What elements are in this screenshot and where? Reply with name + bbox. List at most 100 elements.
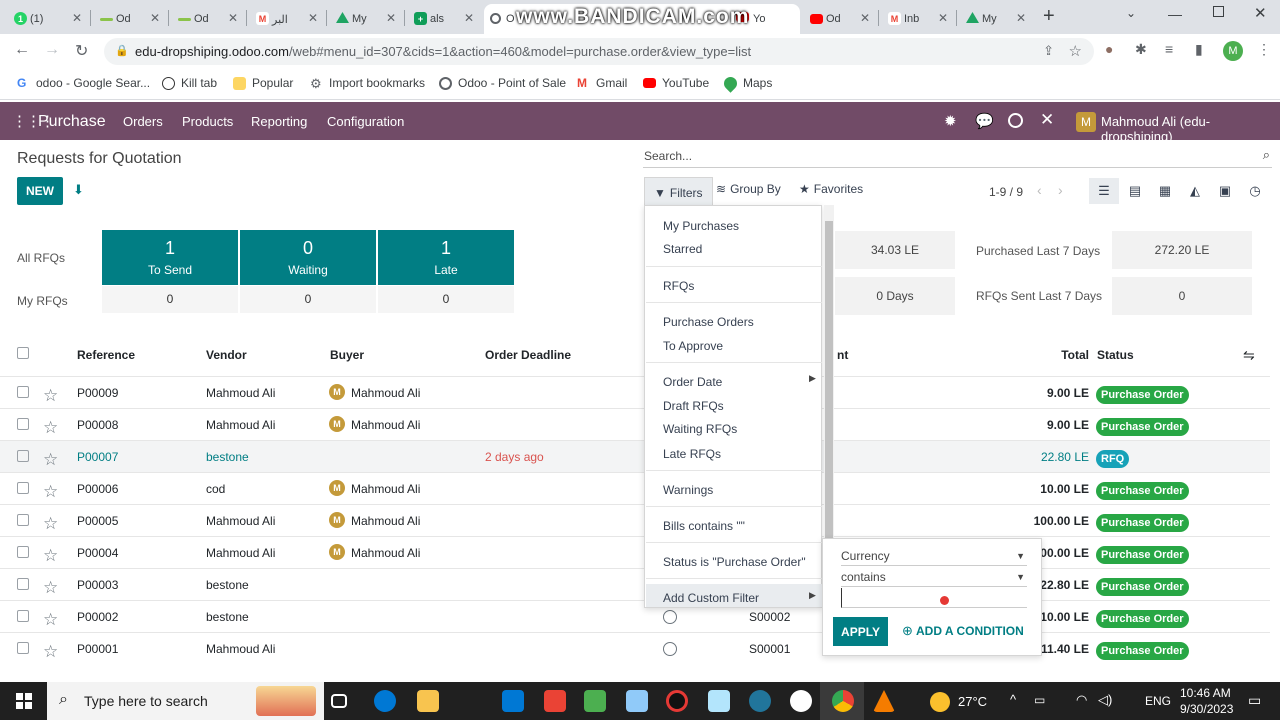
tab-search-icon[interactable]: ⌄ xyxy=(1126,6,1136,20)
forward-icon[interactable]: → xyxy=(44,41,60,59)
table-row[interactable]: ☆ P00009 Mahmoud Ali M Mahmoud Ali 9.00 LE Pur… xyxy=(0,376,1270,408)
apply-button[interactable]: APPLY xyxy=(833,617,888,646)
user-avatar[interactable]: M xyxy=(1076,112,1096,132)
star-icon[interactable]: ☆ xyxy=(43,386,58,406)
download-icon[interactable]: ⬇ xyxy=(73,182,84,198)
row-reference[interactable]: P00003 xyxy=(77,578,118,592)
row-checkbox[interactable] xyxy=(17,578,29,590)
add-custom-filter[interactable]: Add Custom Filter xyxy=(663,591,759,605)
taskbar-search[interactable]: ⌕ Type here to search xyxy=(47,682,324,720)
maximize-icon[interactable] xyxy=(1213,6,1224,17)
app-icon[interactable] xyxy=(584,690,606,712)
side-panel-icon[interactable]: ▮ xyxy=(1195,41,1203,58)
close-icon[interactable]: ✕ xyxy=(228,11,238,25)
row-checkbox[interactable] xyxy=(17,482,29,494)
row-reference[interactable]: P00007 xyxy=(77,450,118,464)
star-icon[interactable]: ☆ xyxy=(43,514,58,534)
filters-button[interactable]: ▼ Filters xyxy=(644,177,713,208)
pivot-view-icon[interactable]: ▦ xyxy=(1157,184,1173,198)
close-icon[interactable]: ✕ xyxy=(308,11,318,25)
language-indicator[interactable]: ENG xyxy=(1145,694,1171,708)
tile-waiting[interactable]: 0 Waiting xyxy=(240,230,376,285)
browser-tab[interactable]: 1 (1) ✕ xyxy=(8,4,88,34)
activity-clock-icon[interactable] xyxy=(1008,113,1023,128)
bookmark-import[interactable]: ⚙ Import bookmarks xyxy=(310,76,425,90)
activity-view-icon[interactable]: ◷ xyxy=(1247,184,1263,198)
new-button[interactable]: NEW xyxy=(17,177,63,205)
col-reference[interactable]: Reference xyxy=(77,348,135,362)
calendar-view-icon[interactable]: ▣ xyxy=(1217,184,1233,198)
row-reference[interactable]: P00008 xyxy=(77,418,118,432)
row-reference[interactable]: P00004 xyxy=(77,546,118,560)
close-icon[interactable]: ✕ xyxy=(150,11,160,25)
star-icon[interactable]: ☆ xyxy=(43,482,58,502)
menu-configuration[interactable]: Configuration xyxy=(327,114,404,129)
favorites-button[interactable]: ★ Favorites xyxy=(799,182,863,196)
optional-columns-icon[interactable]: ⇋ xyxy=(1243,347,1255,364)
volume-icon[interactable]: ◁) xyxy=(1098,692,1112,708)
row-reference[interactable]: P00001 xyxy=(77,642,118,656)
new-tab-icon[interactable]: + xyxy=(1043,5,1055,28)
row-reference[interactable]: P00009 xyxy=(77,386,118,400)
my-late[interactable]: 0 xyxy=(378,286,514,313)
filter-warnings[interactable]: Warnings xyxy=(663,483,713,497)
col-buyer[interactable]: Buyer xyxy=(330,348,364,362)
menu-products[interactable]: Products xyxy=(182,114,233,129)
bookmark-star-icon[interactable]: ☆ xyxy=(1069,42,1082,60)
gmail-app-icon[interactable] xyxy=(544,690,566,712)
browser-tab[interactable]: My ✕ xyxy=(960,4,1032,34)
browser-tab[interactable]: M البر ✕ xyxy=(250,4,324,34)
row-checkbox[interactable] xyxy=(17,546,29,558)
url-field[interactable]: 🔒 edu-dropshiping.odoo.com/web#menu_id=3… xyxy=(104,38,1094,65)
my-waiting[interactable]: 0 xyxy=(240,286,376,313)
graph-view-icon[interactable]: ◭ xyxy=(1187,184,1203,198)
filter-starred[interactable]: Starred xyxy=(663,242,702,256)
tile-late[interactable]: 1 Late xyxy=(378,230,514,285)
bookmark-kill-tab[interactable]: Kill tab xyxy=(162,76,217,90)
profile-avatar[interactable]: M xyxy=(1223,41,1243,61)
filter-bills-contains[interactable]: Bills contains "" xyxy=(663,519,745,533)
wifi-icon[interactable]: ◠ xyxy=(1076,692,1087,708)
minimize-icon[interactable]: — xyxy=(1168,6,1182,22)
share-icon[interactable]: ⇪ xyxy=(1043,43,1054,59)
edge-icon[interactable] xyxy=(374,690,396,712)
mail-icon[interactable] xyxy=(502,690,524,712)
filter-order-date[interactable]: Order Date xyxy=(663,375,722,389)
table-row[interactable]: ☆ P00005 Mahmoud Ali M Mahmoud Ali 100.00 LE P… xyxy=(0,504,1270,536)
pager[interactable]: 1-9 / 9 xyxy=(989,185,1023,199)
bookmark-odoo-pos[interactable]: Odoo - Point of Sale xyxy=(439,76,566,90)
tools-icon[interactable]: ✕ xyxy=(1040,110,1054,130)
kanban-view-icon[interactable]: ▤ xyxy=(1127,184,1143,198)
star-icon[interactable]: ☆ xyxy=(43,642,58,662)
filter-my-purchases[interactable]: My Purchases xyxy=(663,219,739,233)
temperature[interactable]: 27°C xyxy=(958,694,987,709)
back-icon[interactable]: ← xyxy=(14,41,30,59)
close-icon[interactable]: ✕ xyxy=(938,11,948,25)
record-icon[interactable] xyxy=(666,690,688,712)
col-amount[interactable]: nt xyxy=(837,348,848,362)
bookmark-maps[interactable]: Maps xyxy=(721,73,772,93)
clock-date[interactable]: 9/30/2023 xyxy=(1180,702,1233,716)
col-total[interactable]: Total xyxy=(1061,348,1089,362)
row-checkbox[interactable] xyxy=(17,642,29,654)
close-icon[interactable]: ✕ xyxy=(386,11,396,25)
star-icon[interactable]: ☆ xyxy=(43,450,58,470)
browser-tab[interactable]: Od ✕ xyxy=(172,4,244,34)
browser-tab[interactable]: + als ✕ xyxy=(408,4,480,34)
filter-rfqs[interactable]: RFQs xyxy=(663,279,694,293)
extension-cookie-icon[interactable]: ● xyxy=(1105,41,1113,57)
star-icon[interactable]: ☆ xyxy=(43,610,58,630)
row-checkbox[interactable] xyxy=(17,450,29,462)
value-input[interactable] xyxy=(841,588,1027,608)
chrome-icon[interactable] xyxy=(832,690,854,712)
tile-to-send[interactable]: 1 To Send xyxy=(102,230,238,285)
star-icon[interactable]: ☆ xyxy=(43,418,58,438)
row-checkbox[interactable] xyxy=(17,418,29,430)
groupby-button[interactable]: ≋ Group By xyxy=(716,182,781,196)
close-icon[interactable]: ✕ xyxy=(860,11,870,25)
list-view-icon[interactable]: ☰ xyxy=(1089,178,1119,204)
network-icon[interactable]: ▭ xyxy=(1034,693,1045,707)
filter-purchase-orders[interactable]: Purchase Orders xyxy=(663,315,754,329)
col-vendor[interactable]: Vendor xyxy=(206,348,247,362)
row-reference[interactable]: P00005 xyxy=(77,514,118,528)
